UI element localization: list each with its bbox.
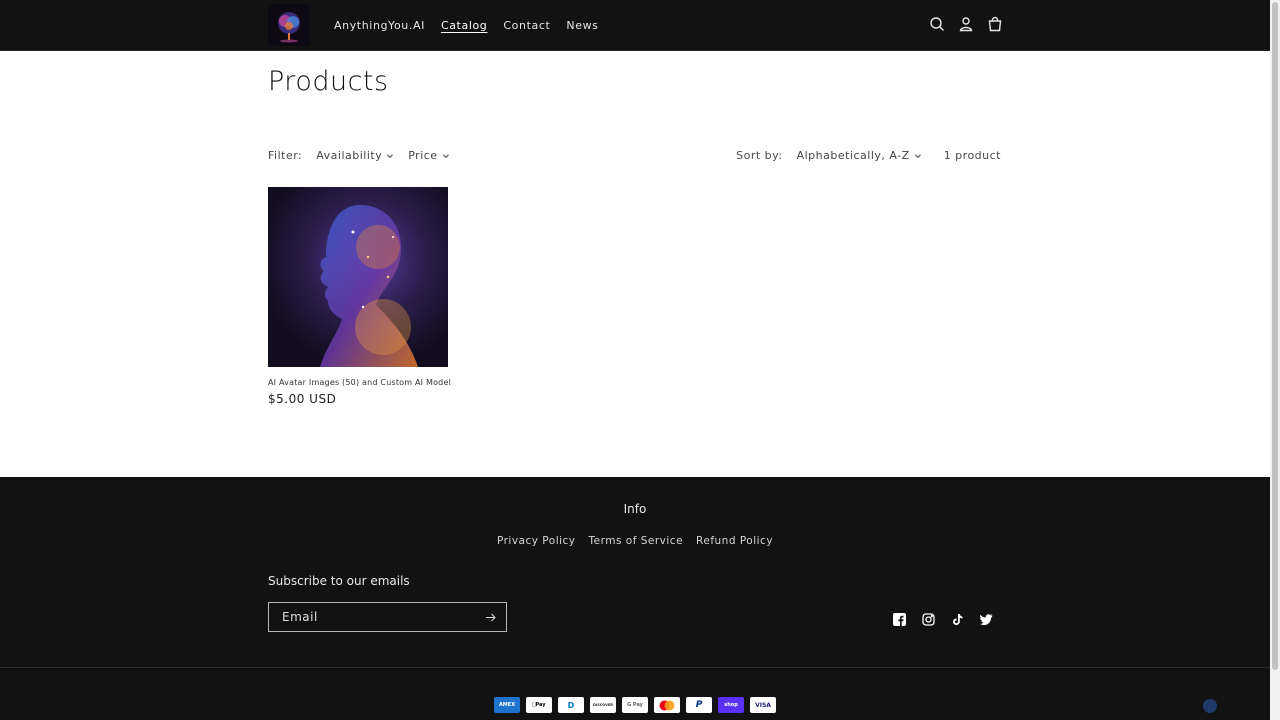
- footer-divider: [0, 667, 1270, 668]
- twitter-icon[interactable]: [979, 612, 993, 626]
- site-footer: Info Privacy Policy Terms of Service Ref…: [0, 477, 1270, 720]
- arrow-right-icon[interactable]: [485, 612, 496, 623]
- search-icon[interactable]: [928, 15, 946, 33]
- sort-label: Sort by:: [736, 149, 783, 162]
- sort-select[interactable]: Alphabetically, A-Z: [797, 149, 922, 162]
- page-title: Products: [268, 66, 389, 97]
- product-title[interactable]: AI Avatar Images (50) and Custom AI Mode…: [268, 378, 451, 387]
- footer-info-heading: Info: [623, 502, 647, 516]
- sort-bar: Sort by: Alphabetically, A-Z 1 product: [736, 149, 1001, 162]
- brain-logo[interactable]: [268, 4, 310, 46]
- chevron-down-icon: [442, 153, 449, 158]
- scrollbar[interactable]: [1270, 0, 1280, 720]
- diners-club-icon: D: [558, 697, 584, 713]
- refund-policy-link[interactable]: Refund Policy: [696, 535, 773, 547]
- chat-widget-icon[interactable]: [1203, 699, 1217, 713]
- nav-news[interactable]: News: [566, 19, 598, 32]
- filter-label: Filter:: [268, 149, 303, 162]
- facebook-icon[interactable]: [892, 612, 906, 626]
- nav-contact[interactable]: Contact: [503, 19, 550, 32]
- instagram-icon[interactable]: [921, 612, 935, 626]
- shop-pay-icon: shop: [718, 697, 744, 713]
- page: AnythingYou.AI Catalog Contact News Prod…: [0, 0, 1270, 720]
- visa-icon: VISA: [750, 697, 776, 713]
- privacy-policy-link[interactable]: Privacy Policy: [497, 535, 576, 547]
- subscribe-heading: Subscribe to our emails: [268, 574, 410, 588]
- chevron-down-icon: [914, 153, 921, 158]
- scrollbar-thumb[interactable]: [1272, 2, 1278, 670]
- cart-icon[interactable]: [986, 15, 1004, 33]
- google-pay-icon: G Pay: [622, 697, 648, 713]
- filter-availability[interactable]: Availability: [316, 149, 394, 162]
- chevron-down-icon: [387, 153, 394, 158]
- email-field[interactable]: [268, 602, 507, 632]
- apple-pay-icon: Pay: [526, 697, 552, 713]
- site-header: AnythingYou.AI Catalog Contact News: [0, 0, 1270, 51]
- filter-price[interactable]: Price: [408, 149, 449, 162]
- product-image[interactable]: [268, 187, 448, 367]
- filter-price-label: Price: [408, 149, 438, 162]
- header-icons: [928, 15, 1004, 33]
- filter-bar: Filter: Availability Price: [268, 149, 450, 162]
- payment-icons: AMEX Pay D DISCOVER G Pay P shop VISA: [494, 697, 776, 713]
- paypal-icon: P: [686, 697, 712, 713]
- mastercard-icon: [654, 697, 680, 713]
- filter-availability-label: Availability: [316, 149, 383, 162]
- brand-link[interactable]: AnythingYou.AI: [334, 19, 425, 32]
- product-count: 1 product: [943, 149, 1001, 162]
- footer-links: Privacy Policy Terms of Service Refund P…: [0, 535, 1270, 547]
- email-input[interactable]: [269, 609, 484, 625]
- amex-icon: AMEX: [494, 697, 520, 713]
- terms-of-service-link[interactable]: Terms of Service: [589, 535, 684, 547]
- nav-catalog[interactable]: Catalog: [441, 19, 487, 32]
- main-nav: AnythingYou.AI Catalog Contact News: [334, 0, 599, 50]
- discover-icon: DISCOVER: [590, 697, 616, 713]
- product-price: $5.00 USD: [268, 392, 337, 406]
- sort-value: Alphabetically, A-Z: [796, 149, 910, 162]
- product-card[interactable]: AI Avatar Images (50) and Custom AI Mode…: [268, 187, 451, 406]
- account-icon[interactable]: [957, 15, 975, 33]
- social-links: [892, 612, 993, 626]
- tiktok-icon[interactable]: [950, 612, 964, 626]
